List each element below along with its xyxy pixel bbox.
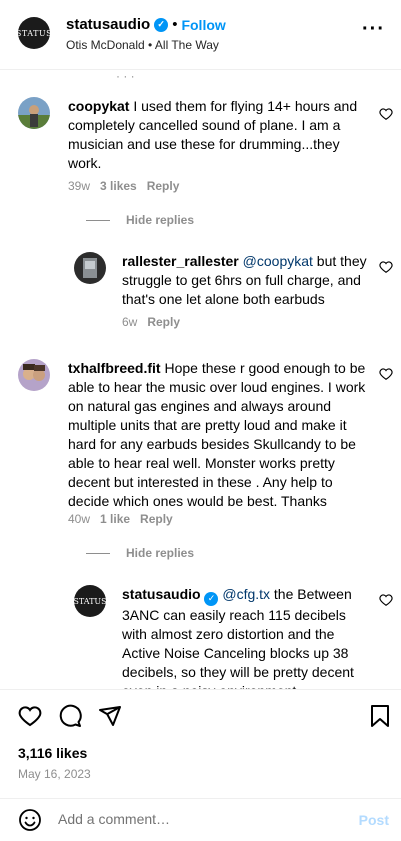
divider [86, 219, 110, 221]
add-comment-bar: Post [0, 798, 401, 841]
comment-likes[interactable]: 1 like [100, 512, 130, 526]
reply-button[interactable]: Reply [140, 512, 173, 526]
like-heart-icon[interactable] [18, 704, 42, 728]
verified-badge-icon: ✓ [204, 591, 219, 606]
comment-likes[interactable]: 3 likes [100, 179, 137, 193]
post-date: May 16, 2023 [18, 767, 91, 781]
comment-time: 6w [122, 315, 138, 329]
comment-body: Hope these r good enough to be able to h… [68, 360, 366, 509]
comment-time: 40w [68, 512, 91, 526]
avatar-text: STATUS [74, 596, 106, 606]
more-options-icon[interactable]: ··· [362, 19, 385, 39]
separator-dot: • [172, 16, 178, 33]
post-header: STATUS statusaudio ✓ • Follow Otis McDon… [0, 0, 401, 70]
verified-badge-icon: ✓ [154, 17, 169, 32]
likes-count[interactable]: 3,116 likes [18, 745, 87, 761]
scroll-remnant: · · · [116, 71, 135, 83]
like-heart-icon[interactable] [379, 260, 393, 274]
like-heart-icon[interactable] [379, 593, 393, 607]
comment-bubble-icon[interactable] [58, 704, 82, 728]
post-actions: 3,116 likes May 16, 2023 [0, 689, 401, 799]
reply-text: statusaudio ✓ @cfg.tx the Between 3ANC c… [122, 585, 374, 689]
comment-text: txhalfbreed.fit Hope these r good enough… [68, 359, 368, 511]
reply-button[interactable]: Reply [147, 179, 180, 193]
username[interactable]: statusaudio [66, 16, 150, 33]
hide-replies-button[interactable]: Hide replies [86, 213, 194, 227]
comments-list[interactable]: · · · coopykat I used them for flying 14… [0, 71, 401, 689]
comment-input[interactable] [58, 811, 338, 827]
avatar[interactable]: STATUS [15, 17, 53, 49]
header-user-row: statusaudio ✓ • Follow [66, 16, 226, 33]
hide-replies-label: Hide replies [126, 213, 195, 227]
comment-username[interactable]: txhalfbreed.fit [68, 360, 161, 376]
avatar-text: STATUS [15, 28, 53, 38]
emoji-icon[interactable] [18, 808, 42, 832]
like-heart-icon[interactable] [379, 107, 393, 121]
share-paper-plane-icon[interactable] [98, 704, 122, 728]
comment-username[interactable]: rallester_rallester [122, 253, 239, 269]
comment-username[interactable]: coopykat [68, 98, 129, 114]
reply-button[interactable]: Reply [147, 315, 180, 329]
divider [86, 552, 110, 554]
follow-button[interactable]: Follow [181, 17, 225, 33]
bookmark-icon[interactable] [370, 704, 390, 728]
post-button[interactable]: Post [359, 812, 389, 828]
avatar[interactable] [74, 252, 106, 284]
comment-text: coopykat I used them for flying 14+ hour… [68, 97, 368, 173]
reply-text: rallester_rallester @coopykat but they s… [122, 252, 374, 309]
comment-meta: 6w Reply [122, 315, 180, 329]
avatar[interactable]: STATUS [74, 585, 106, 617]
mention-link[interactable]: @coopykat [243, 253, 313, 269]
audio-subtitle[interactable]: Otis McDonald • All The Way [66, 38, 219, 52]
comment-time: 39w [68, 179, 91, 193]
comment-meta: 40w 1 like Reply [68, 512, 173, 526]
mention-link[interactable]: @cfg.tx [222, 586, 270, 602]
like-heart-icon[interactable] [379, 367, 393, 381]
avatar[interactable] [18, 97, 50, 129]
comment-meta: 39w 3 likes Reply [68, 179, 179, 193]
hide-replies-label: Hide replies [126, 546, 195, 560]
avatar[interactable] [18, 359, 50, 391]
hide-replies-button[interactable]: Hide replies [86, 546, 194, 560]
comment-username[interactable]: statusaudio [122, 586, 201, 602]
